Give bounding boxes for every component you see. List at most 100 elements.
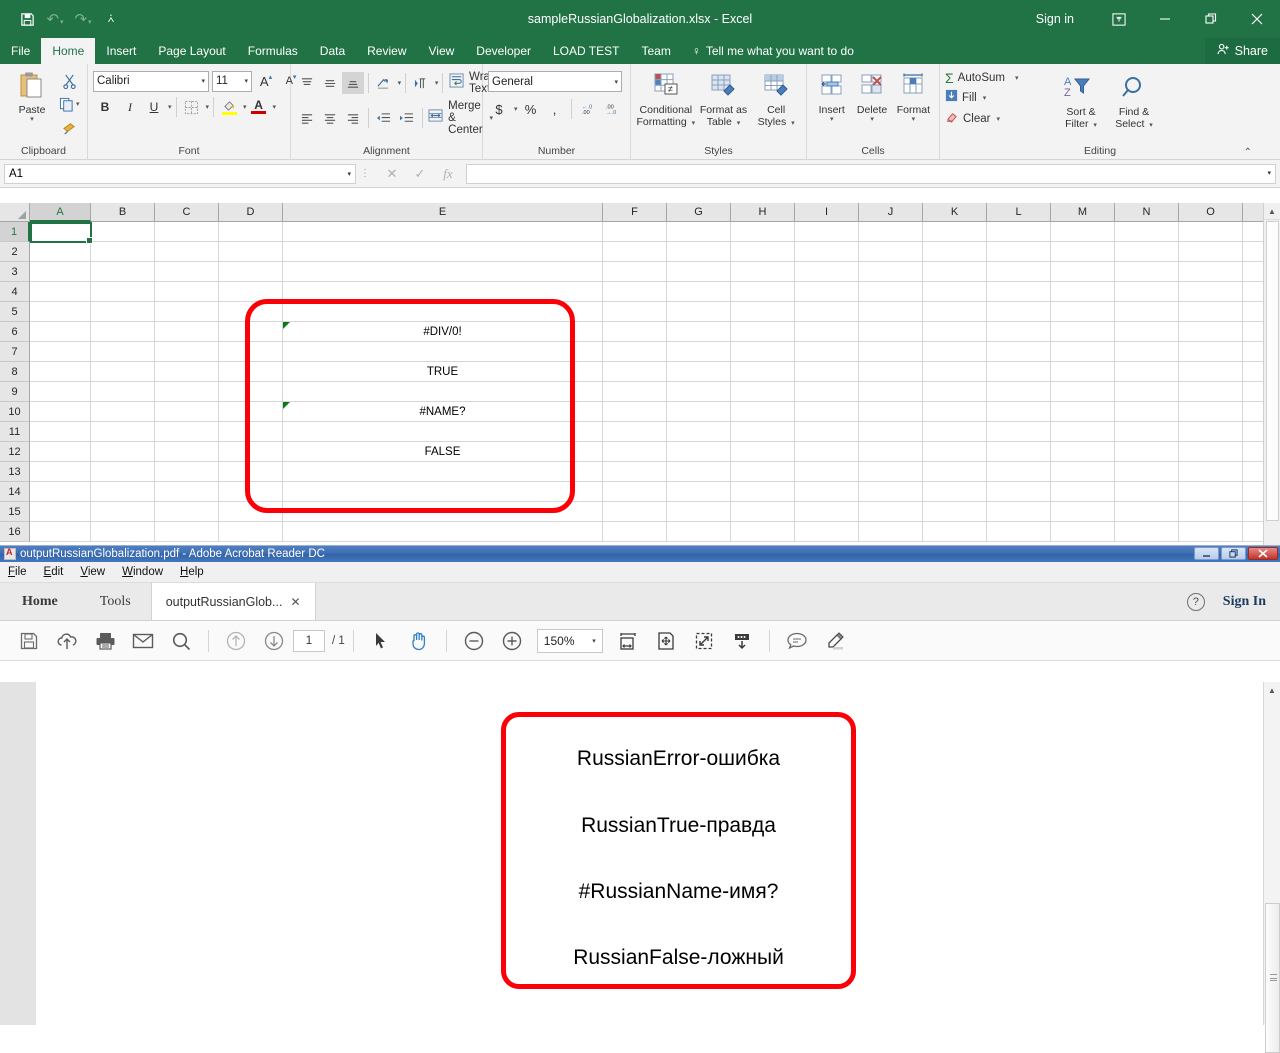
column-header-e[interactable]: E [283, 203, 603, 222]
cell-F14[interactable] [603, 482, 667, 501]
cells-area[interactable]: #DIV/0!TRUE#NAME?FALSE [30, 222, 1280, 542]
cell-A9[interactable] [30, 382, 91, 401]
font-color-icon[interactable]: A [248, 96, 270, 118]
increase-decimal-icon[interactable]: ←.0.00 [577, 98, 599, 120]
tab-review[interactable]: Review [356, 38, 417, 64]
cell-N11[interactable] [1115, 422, 1179, 441]
cell-D6[interactable] [219, 322, 283, 341]
help-icon[interactable]: ? [1187, 593, 1205, 611]
menu-window[interactable]: Window [122, 566, 163, 578]
cell-O4[interactable] [1179, 282, 1243, 301]
cell-E7[interactable] [283, 342, 603, 361]
formula-bar-expand-icon[interactable]: ▾ [1267, 169, 1271, 177]
format-cells-dropdown-icon[interactable]: ▾ [912, 116, 916, 124]
find-select-dropdown-icon[interactable]: ▾ [1149, 122, 1153, 129]
align-top-icon[interactable] [296, 72, 318, 94]
next-page-icon[interactable] [255, 626, 293, 656]
format-cells-button[interactable]: Format ▾ [893, 68, 934, 124]
bold-button[interactable]: B [93, 96, 117, 118]
autosum-dropdown-icon[interactable]: ▾ [1015, 74, 1019, 82]
cell-I2[interactable] [795, 242, 859, 261]
cell-G3[interactable] [667, 262, 731, 281]
name-box-dropdown-icon[interactable]: ▾ [347, 170, 351, 178]
orientation-dropdown-icon[interactable]: ▾ [398, 79, 402, 87]
collapse-ribbon-icon[interactable]: ⌃ [1244, 147, 1252, 158]
cell-H1[interactable] [731, 222, 795, 241]
cell-D10[interactable] [219, 402, 283, 421]
cell-J1[interactable] [859, 222, 923, 241]
tab-home[interactable]: Home [0, 583, 80, 620]
email-icon[interactable] [124, 626, 162, 656]
row-header-10[interactable]: 10 [0, 402, 30, 422]
tab-page-layout[interactable]: Page Layout [147, 38, 236, 64]
cell-I9[interactable] [795, 382, 859, 401]
cell-D2[interactable] [219, 242, 283, 261]
close-button[interactable] [1234, 0, 1280, 38]
percent-button[interactable]: % [520, 98, 542, 120]
format-as-table-button[interactable]: Format as Table ▾ [696, 68, 752, 130]
select-cursor-icon[interactable] [362, 626, 400, 656]
cell-G16[interactable] [667, 522, 731, 541]
zoom-in-icon[interactable] [493, 626, 531, 656]
cell-C4[interactable] [155, 282, 219, 301]
cell-O8[interactable] [1179, 362, 1243, 381]
row-header-3[interactable]: 3 [0, 262, 30, 282]
cell-E10[interactable]: #NAME? [283, 402, 603, 421]
row-header-16[interactable]: 16 [0, 522, 30, 542]
cell-L3[interactable] [987, 262, 1051, 281]
cell-B5[interactable] [91, 302, 155, 321]
cell-C8[interactable] [155, 362, 219, 381]
cell-D15[interactable] [219, 502, 283, 521]
cell-J9[interactable] [859, 382, 923, 401]
cell-O5[interactable] [1179, 302, 1243, 321]
column-header-m[interactable]: M [1051, 203, 1115, 222]
cell-A16[interactable] [30, 522, 91, 541]
cell-L9[interactable] [987, 382, 1051, 401]
cell-E14[interactable] [283, 482, 603, 501]
cell-H4[interactable] [731, 282, 795, 301]
tab-team[interactable]: Team [630, 38, 681, 64]
cell-D11[interactable] [219, 422, 283, 441]
insert-cells-dropdown-icon[interactable]: ▾ [830, 116, 834, 124]
cell-F16[interactable] [603, 522, 667, 541]
cell-N4[interactable] [1115, 282, 1179, 301]
cell-M4[interactable] [1051, 282, 1115, 301]
cell-E16[interactable] [283, 522, 603, 541]
cell-C12[interactable] [155, 442, 219, 461]
column-header-c[interactable]: C [155, 203, 219, 222]
cell-O14[interactable] [1179, 482, 1243, 501]
cell-J15[interactable] [859, 502, 923, 521]
cell-F12[interactable] [603, 442, 667, 461]
decrease-indent-icon[interactable] [373, 107, 395, 129]
font-size-dropdown-icon[interactable]: ▾ [244, 77, 248, 85]
cell-J5[interactable] [859, 302, 923, 321]
cell-N7[interactable] [1115, 342, 1179, 361]
insert-function-icon[interactable]: fx [434, 166, 462, 182]
cell-N2[interactable] [1115, 242, 1179, 261]
cell-F5[interactable] [603, 302, 667, 321]
cell-B16[interactable] [91, 522, 155, 541]
cell-D4[interactable] [219, 282, 283, 301]
zoom-out-icon[interactable] [455, 626, 493, 656]
paste-dropdown-icon[interactable]: ▾ [30, 116, 34, 124]
cell-K8[interactable] [923, 362, 987, 381]
cell-C10[interactable] [155, 402, 219, 421]
cell-O13[interactable] [1179, 462, 1243, 481]
cell-I4[interactable] [795, 282, 859, 301]
acrobat-scrollbar-thumb[interactable] [1265, 903, 1280, 1053]
cell-A6[interactable] [30, 322, 91, 341]
cell-K4[interactable] [923, 282, 987, 301]
cell-O7[interactable] [1179, 342, 1243, 361]
conditional-formatting-dropdown-icon[interactable]: ▾ [692, 120, 696, 127]
font-name-input[interactable]: Calibri ▾ [93, 71, 209, 92]
cell-O15[interactable] [1179, 502, 1243, 521]
cell-G2[interactable] [667, 242, 731, 261]
zoom-dropdown-icon[interactable]: ▾ [592, 637, 596, 645]
cell-F6[interactable] [603, 322, 667, 341]
document-tab[interactable]: outputRussianGlob... ✕ [151, 583, 316, 620]
cell-G13[interactable] [667, 462, 731, 481]
sort-filter-dropdown-icon[interactable]: ▾ [1093, 122, 1097, 129]
cell-D9[interactable] [219, 382, 283, 401]
row-header-13[interactable]: 13 [0, 462, 30, 482]
close-document-tab-icon[interactable]: ✕ [290, 595, 300, 609]
